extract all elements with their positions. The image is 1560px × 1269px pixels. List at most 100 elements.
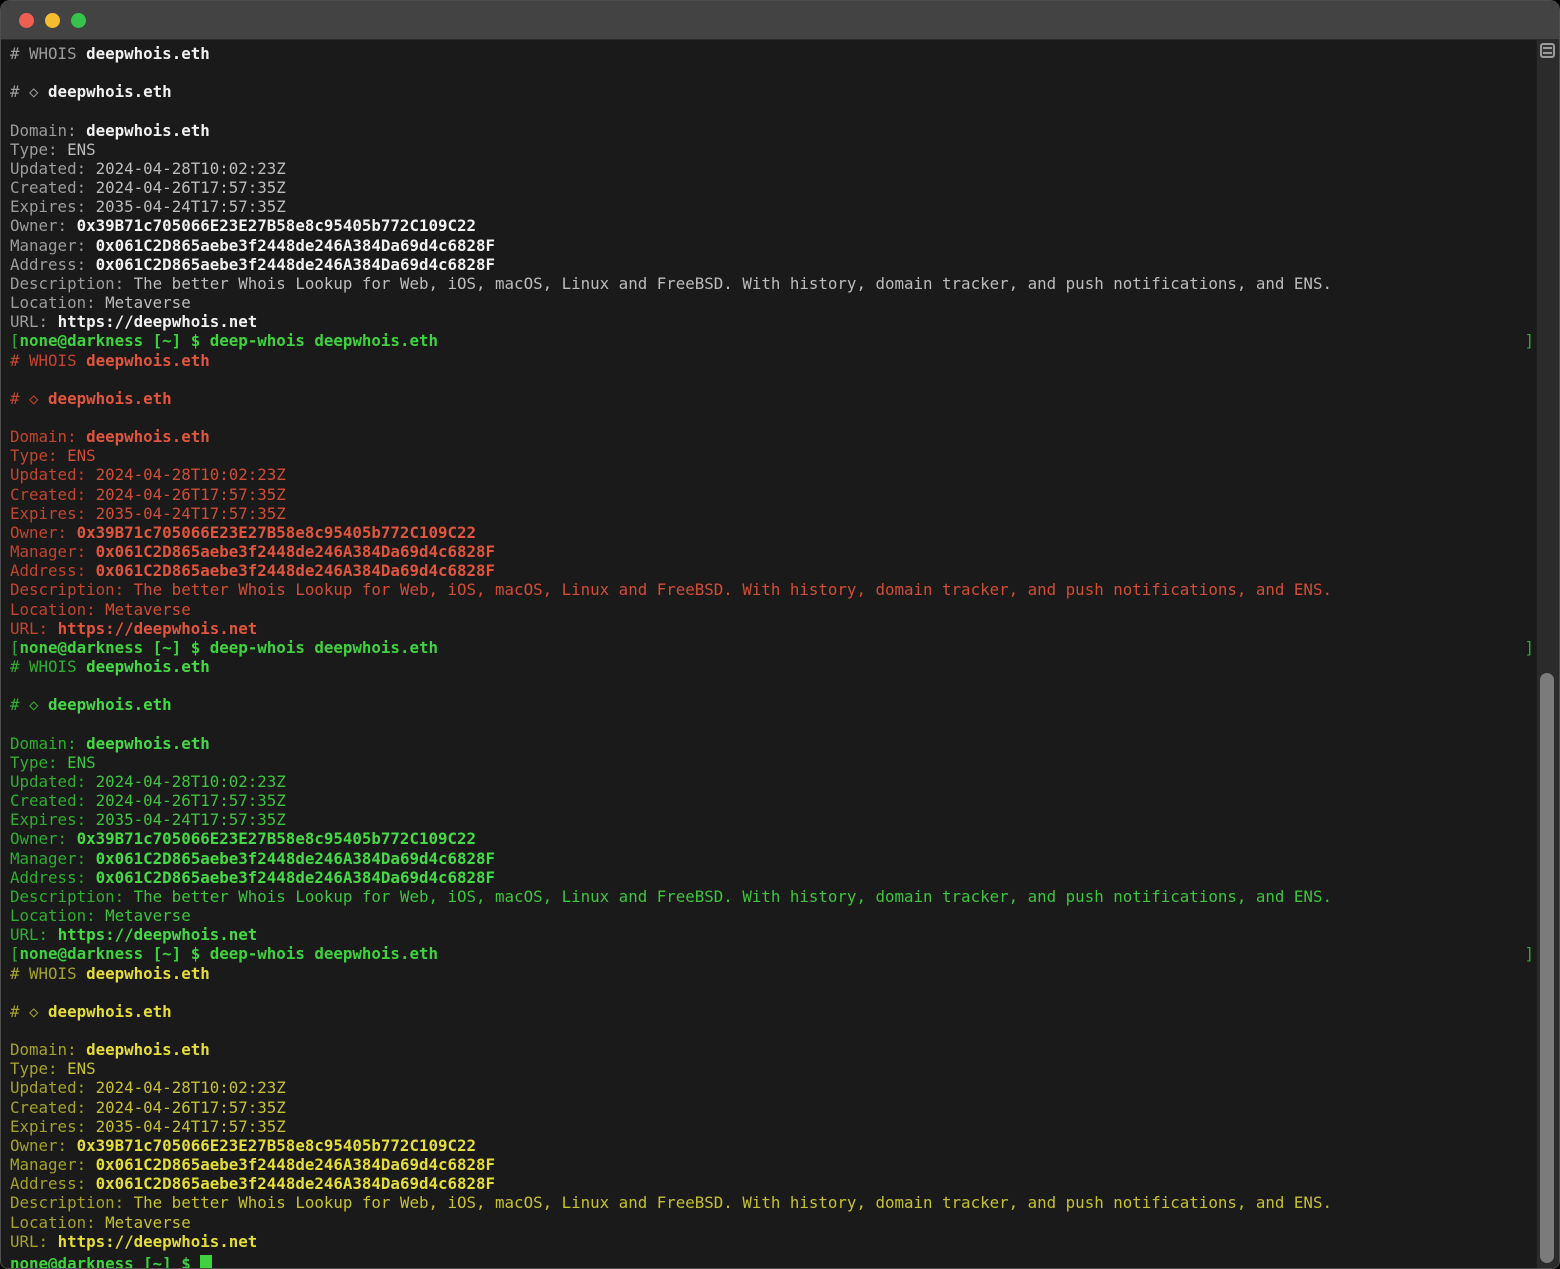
prompt-user-host: none@darkness [~] $ bbox=[20, 638, 210, 657]
field-label: Manager: bbox=[10, 236, 96, 255]
field-label: Location: bbox=[10, 600, 105, 619]
field-value: 2024-04-26T17:57:35Z bbox=[96, 485, 286, 504]
whois-sub-domain: deepwhois.eth bbox=[48, 1002, 172, 1021]
field-value: https://deepwhois.net bbox=[58, 925, 258, 944]
field-label: Description: bbox=[10, 580, 134, 599]
terminal-line: URL: https://deepwhois.net bbox=[10, 312, 1536, 331]
terminal-line: Owner: 0x39B71c705066E23E27B58e8c95405b7… bbox=[10, 523, 1536, 542]
terminal-line: Description: The better Whois Lookup for… bbox=[10, 887, 1536, 906]
terminal-line: URL: https://deepwhois.net bbox=[10, 619, 1536, 638]
field-label: Owner: bbox=[10, 1136, 77, 1155]
prompt-open-bracket: [ bbox=[10, 944, 20, 963]
field-label: URL: bbox=[10, 312, 58, 331]
terminal-screen[interactable]: # WHOIS deepwhois.eth # ◇ deepwhois.eth … bbox=[2, 40, 1536, 1268]
whois-diamond-icon: # ◇ bbox=[10, 1002, 48, 1021]
terminal-line bbox=[10, 714, 1536, 733]
terminal-line: Updated: 2024-04-28T10:02:23Z bbox=[10, 465, 1536, 484]
minimize-button[interactable] bbox=[45, 13, 60, 28]
field-value: https://deepwhois.net bbox=[58, 1232, 258, 1251]
whois-diamond-icon: # ◇ bbox=[10, 389, 48, 408]
field-label: Location: bbox=[10, 906, 105, 925]
prompt-close-bracket: ] bbox=[1524, 638, 1534, 657]
field-value: 2035-04-24T17:57:35Z bbox=[96, 197, 286, 216]
field-value: 2024-04-28T10:02:23Z bbox=[96, 465, 286, 484]
prompt-close-bracket: ] bbox=[1524, 944, 1534, 963]
terminal-line: Address: 0x061C2D865aebe3f2448de246A384D… bbox=[10, 1174, 1536, 1193]
field-value: 0x061C2D865aebe3f2448de246A384Da69d4c682… bbox=[96, 849, 495, 868]
whois-header-prefix: # WHOIS bbox=[10, 351, 86, 370]
terminal-line bbox=[10, 370, 1536, 389]
terminal-line bbox=[10, 101, 1536, 120]
terminal-line: URL: https://deepwhois.net bbox=[10, 925, 1536, 944]
field-value: 0x061C2D865aebe3f2448de246A384Da69d4c682… bbox=[96, 868, 495, 887]
field-label: Owner: bbox=[10, 216, 77, 235]
terminal-line: # ◇ deepwhois.eth bbox=[10, 695, 1536, 714]
field-label: Type: bbox=[10, 446, 67, 465]
whois-sub-domain: deepwhois.eth bbox=[48, 695, 172, 714]
field-value: 2035-04-24T17:57:35Z bbox=[96, 1117, 286, 1136]
whois-header-domain: deepwhois.eth bbox=[86, 657, 210, 676]
field-value: 2035-04-24T17:57:35Z bbox=[96, 810, 286, 829]
terminal-line: # ◇ deepwhois.eth bbox=[10, 1002, 1536, 1021]
field-label: URL: bbox=[10, 1232, 58, 1251]
field-label: Type: bbox=[10, 753, 67, 772]
terminal-line: Updated: 2024-04-28T10:02:23Z bbox=[10, 1078, 1536, 1097]
field-value: 2024-04-28T10:02:23Z bbox=[96, 772, 286, 791]
terminal-line: Expires: 2035-04-24T17:57:35Z bbox=[10, 810, 1536, 829]
terminal-line: Created: 2024-04-26T17:57:35Z bbox=[10, 178, 1536, 197]
terminal-line: Domain: deepwhois.eth bbox=[10, 734, 1536, 753]
field-label: Manager: bbox=[10, 542, 96, 561]
terminal-line: Description: The better Whois Lookup for… bbox=[10, 580, 1536, 599]
prompt-open-bracket: [ bbox=[10, 638, 20, 657]
window-titlebar[interactable] bbox=[1, 1, 1559, 40]
terminal-window: # WHOIS deepwhois.eth # ◇ deepwhois.eth … bbox=[0, 0, 1560, 1269]
whois-header-domain: deepwhois.eth bbox=[86, 964, 210, 983]
terminal-line: # WHOIS deepwhois.eth bbox=[10, 964, 1536, 983]
terminal-line: Domain: deepwhois.eth bbox=[10, 1040, 1536, 1059]
terminal-line: Type: ENS bbox=[10, 446, 1536, 465]
terminal-line: Created: 2024-04-26T17:57:35Z bbox=[10, 1098, 1536, 1117]
whois-sub-domain: deepwhois.eth bbox=[48, 389, 172, 408]
close-button[interactable] bbox=[19, 13, 34, 28]
whois-diamond-icon: # ◇ bbox=[10, 82, 48, 101]
terminal-line: [none@darkness [~] $ deep-whois deepwhoi… bbox=[10, 331, 1536, 350]
prompt-open-bracket: [ bbox=[10, 331, 20, 350]
field-value: deepwhois.eth bbox=[86, 121, 210, 140]
field-label: Address: bbox=[10, 561, 96, 580]
field-label: Address: bbox=[10, 1174, 96, 1193]
field-label: Domain: bbox=[10, 121, 86, 140]
field-label: Owner: bbox=[10, 523, 77, 542]
field-label: Updated: bbox=[10, 772, 96, 791]
scrollbar-thumb[interactable] bbox=[1540, 673, 1554, 1263]
field-value: Metaverse bbox=[105, 600, 191, 619]
field-label: Created: bbox=[10, 791, 96, 810]
scrollbar-track[interactable] bbox=[1536, 40, 1559, 1268]
terminal-line: Domain: deepwhois.eth bbox=[10, 121, 1536, 140]
field-label: Type: bbox=[10, 140, 67, 159]
terminal-line bbox=[10, 676, 1536, 695]
prompt-command: deep-whois deepwhois.eth bbox=[210, 638, 438, 657]
list-icon-bar bbox=[1543, 47, 1552, 49]
prompt-command: deep-whois deepwhois.eth bbox=[210, 331, 438, 350]
field-value: 2035-04-24T17:57:35Z bbox=[96, 504, 286, 523]
field-label: Domain: bbox=[10, 1040, 86, 1059]
field-value: ENS bbox=[67, 140, 96, 159]
field-label: Type: bbox=[10, 1059, 67, 1078]
list-icon[interactable] bbox=[1540, 43, 1555, 58]
maximize-button[interactable] bbox=[71, 13, 86, 28]
terminal-line: # ◇ deepwhois.eth bbox=[10, 389, 1536, 408]
terminal-line: Updated: 2024-04-28T10:02:23Z bbox=[10, 772, 1536, 791]
field-value: https://deepwhois.net bbox=[58, 312, 258, 331]
terminal-line: [none@darkness [~] $ deep-whois deepwhoi… bbox=[10, 944, 1536, 963]
field-value: Metaverse bbox=[105, 906, 191, 925]
terminal-line: # WHOIS deepwhois.eth bbox=[10, 657, 1536, 676]
field-label: Description: bbox=[10, 274, 134, 293]
terminal-cursor bbox=[200, 1255, 212, 1268]
field-value: The better Whois Lookup for Web, iOS, ma… bbox=[134, 580, 1332, 599]
terminal-line: Updated: 2024-04-28T10:02:23Z bbox=[10, 159, 1536, 178]
terminal-line: Location: Metaverse bbox=[10, 293, 1536, 312]
terminal-line: Expires: 2035-04-24T17:57:35Z bbox=[10, 197, 1536, 216]
field-value: 0x061C2D865aebe3f2448de246A384Da69d4c682… bbox=[96, 1174, 495, 1193]
field-value: The better Whois Lookup for Web, iOS, ma… bbox=[134, 1193, 1332, 1212]
terminal-line: # WHOIS deepwhois.eth bbox=[10, 44, 1536, 63]
